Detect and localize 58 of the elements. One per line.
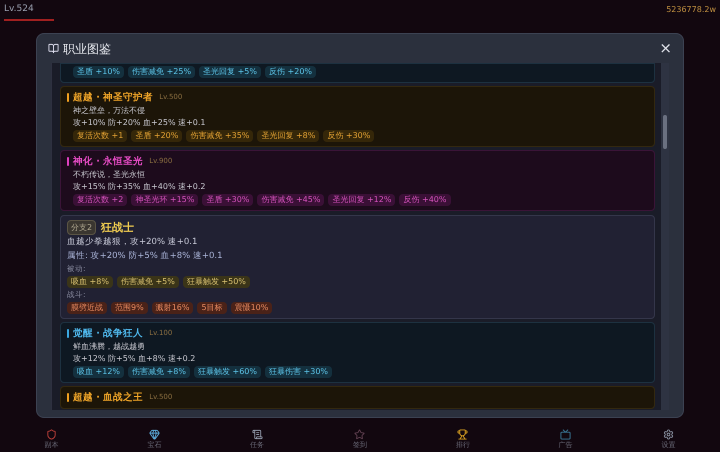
effect-tag: 复活次数 +1 bbox=[73, 130, 128, 142]
trophy-icon bbox=[457, 428, 468, 440]
tier-stats: 攻+12% 防+5% 血+8% 速+0.2 bbox=[72, 353, 196, 364]
tier-marker bbox=[67, 329, 69, 338]
effect-tag: 震慑10% bbox=[230, 302, 272, 314]
tier-title: 超越 · 血战之王 bbox=[73, 391, 144, 404]
effect-tag: 狂暴触发 +50% bbox=[182, 276, 250, 288]
effect-tag: 膜劈近战 bbox=[67, 302, 107, 314]
class-description: 血越少拳越狠，攻+20% 速+0.1 bbox=[67, 237, 198, 248]
effect-tag: 5目标 bbox=[197, 302, 227, 314]
currency-amount: 5236778.2w bbox=[666, 4, 716, 16]
effect-tag: 反伤 +40% bbox=[399, 194, 450, 206]
effect-tag: 神圣光环 +15% bbox=[131, 194, 198, 206]
effect-tag: 伤害减免 +35% bbox=[186, 130, 254, 142]
effect-tag: 圣盾 +20% bbox=[131, 130, 182, 142]
effect-tag: 圣光回复 +8% bbox=[257, 130, 320, 142]
effect-tag: 溅射16% bbox=[152, 302, 194, 314]
tier-motto: 神之壁垒，万法不侵 bbox=[72, 105, 146, 116]
effect-tag: 反伤 +20% bbox=[265, 66, 316, 78]
effect-tag: 伤害减免 +8% bbox=[128, 366, 190, 378]
tier-marker bbox=[67, 157, 69, 166]
effect-tag: 吸血 +8% bbox=[67, 276, 113, 288]
effect-tag: 圣光回复 +12% bbox=[328, 194, 396, 206]
dialog-title: 职业图鉴 bbox=[63, 40, 111, 58]
effect-tag: 吸血 +12% bbox=[73, 366, 124, 378]
tier-motto: 鲜血沸腾，越战越勇 bbox=[72, 341, 146, 352]
effect-tag: 反伤 +30% bbox=[323, 130, 374, 142]
effect-tag: 复活次数 +2 bbox=[73, 194, 128, 206]
effect-tag: 伤害减免 +5% bbox=[116, 276, 179, 288]
tier-title: 神化 · 永恒圣光 bbox=[73, 155, 144, 168]
tier-marker bbox=[67, 393, 69, 402]
effect-tag: 圣盾 +10% bbox=[73, 66, 124, 78]
class-name: 狂战士 bbox=[101, 220, 134, 234]
effect-tag: 圣光回复 +5% bbox=[199, 66, 261, 78]
class-attributes: 属性: 攻+20% 防+5% 血+8% 速+0.1 bbox=[67, 251, 224, 262]
effect-tag: 狂暴伤害 +30% bbox=[265, 366, 332, 378]
close-button[interactable]: × bbox=[659, 41, 672, 56]
scroll-icon bbox=[252, 428, 263, 440]
effect-tag: 圣盾 +30% bbox=[202, 194, 254, 206]
tier-stats: 攻+10% 防+20% 血+25% 速+0.1 bbox=[72, 117, 207, 128]
book-icon bbox=[48, 43, 59, 54]
tv-icon bbox=[560, 428, 572, 440]
star-icon bbox=[354, 428, 366, 440]
effect-tag: 狂暴触发 +60% bbox=[194, 366, 261, 378]
effect-tag: 伤害减免 +25% bbox=[128, 66, 196, 78]
gem-icon bbox=[148, 428, 160, 440]
tier-stats: 攻+15% 防+35% 血+40% 速+0.2 bbox=[72, 181, 207, 192]
tier-marker bbox=[67, 93, 69, 102]
scrollbar-thumb[interactable] bbox=[663, 115, 667, 149]
branch-badge: 分支2 bbox=[67, 220, 96, 235]
player-level: Lv.524 bbox=[4, 3, 35, 16]
tier-motto: 不朽传说，圣光永恒 bbox=[72, 169, 146, 180]
effect-tag: 伤害减免 +45% bbox=[257, 194, 324, 206]
shield-icon bbox=[46, 428, 57, 440]
settings-icon bbox=[662, 428, 674, 440]
tier-title: 超越 · 神圣守护者 bbox=[73, 91, 154, 104]
tier-title: 觉醒 · 战争狂人 bbox=[73, 327, 144, 340]
effect-tag: 范围9% bbox=[111, 302, 148, 314]
